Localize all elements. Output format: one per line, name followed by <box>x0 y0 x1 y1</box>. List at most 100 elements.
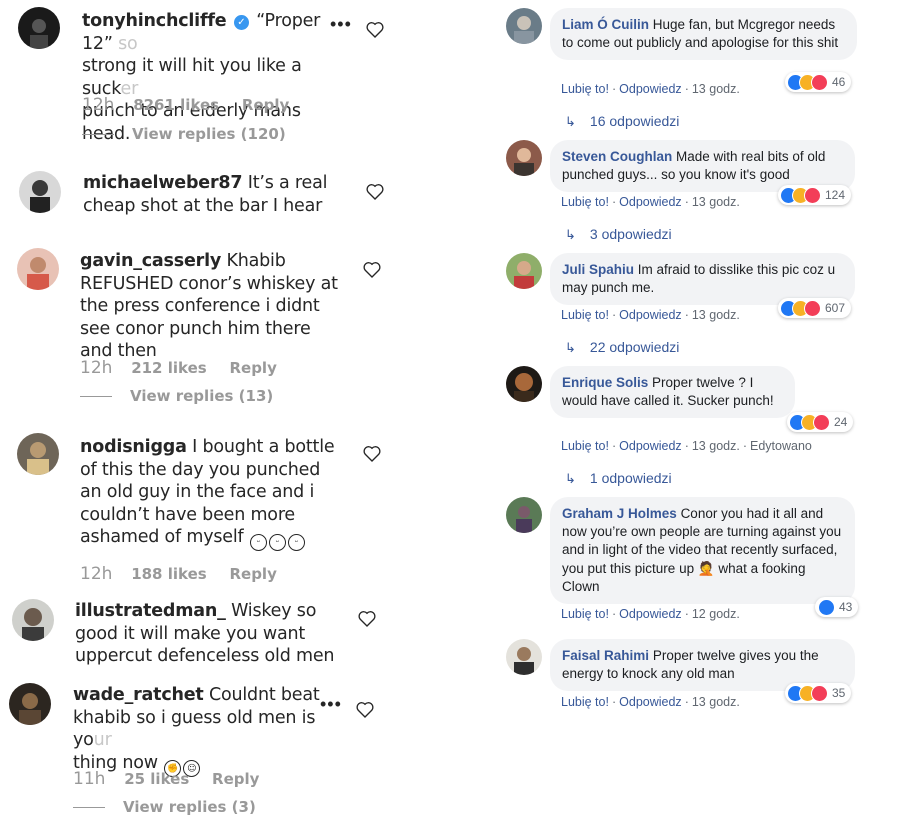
reaction-count: 35 <box>832 686 846 700</box>
timestamp[interactable]: 13 godz. <box>692 195 740 209</box>
avatar[interactable] <box>9 683 51 725</box>
username[interactable]: michaelweber87 <box>83 173 243 193</box>
divider-line <box>82 134 114 135</box>
reply-link[interactable]: Odpowiedz <box>619 195 682 209</box>
heart-icon[interactable] <box>363 261 381 278</box>
view-replies-button[interactable]: View replies (120) <box>82 125 286 143</box>
reply-link[interactable]: Odpowiedz <box>619 607 682 621</box>
like-link[interactable]: Lubię to! <box>561 695 609 709</box>
likes-count[interactable]: 212 likes <box>131 359 207 377</box>
instagram-comments-panel: tonyhinchcliffe ✓ “Proper 12” so strong … <box>0 0 440 834</box>
timestamp[interactable]: 13 godz. <box>692 82 740 96</box>
reaction-count: 24 <box>834 415 848 429</box>
reply-button[interactable]: Reply <box>212 770 259 788</box>
username[interactable]: wade_ratchet <box>73 685 204 705</box>
heart-icon[interactable] <box>366 183 384 200</box>
verified-badge-icon: ✓ <box>233 15 249 30</box>
view-replies-link[interactable]: ↳ 1 odpowiedzi <box>565 470 672 487</box>
reply-button[interactable]: Reply <box>242 96 289 114</box>
timestamp[interactable]: 13 godz. <box>692 308 740 322</box>
avatar[interactable] <box>506 253 542 289</box>
view-replies-link[interactable]: ↳ 22 odpowiedzi <box>565 339 679 356</box>
commenter-name[interactable]: Faisal Rahimi <box>562 648 649 663</box>
more-options-icon[interactable]: ••• <box>320 694 342 715</box>
reply-link[interactable]: Odpowiedz <box>619 695 682 709</box>
commenter-name[interactable]: Enrique Solis <box>562 375 648 390</box>
avatar[interactable] <box>506 366 542 402</box>
view-replies-link[interactable]: ↳ 3 odpowiedzi <box>565 226 672 243</box>
view-replies-button[interactable]: View replies (13) <box>80 387 273 405</box>
view-replies-button[interactable]: View replies (3) <box>73 798 256 816</box>
pensive-face-icon: ᵕ <box>287 534 305 551</box>
heart-icon[interactable] <box>356 701 374 718</box>
comment-text: nodisnigga I bought a bottle of this the… <box>80 436 340 551</box>
avatar[interactable] <box>506 639 542 675</box>
username[interactable]: illustratedman_ <box>75 601 226 621</box>
commenter-name[interactable]: Liam Ó Cuilin <box>562 17 649 32</box>
comment-bubble: Enrique Solis Proper twelve ? I would ha… <box>550 366 795 419</box>
commenter-name[interactable]: Steven Coughlan <box>562 149 672 164</box>
edited-label[interactable]: Edytowano <box>750 439 812 453</box>
reply-link[interactable]: Odpowiedz <box>619 82 682 96</box>
timestamp[interactable]: 12 godz. <box>692 607 740 621</box>
like-link[interactable]: Lubię to! <box>561 195 609 209</box>
username[interactable]: nodisnigga <box>80 437 187 457</box>
commenter-name[interactable]: Juli Spahiu <box>562 262 634 277</box>
avatar[interactable] <box>17 433 59 475</box>
username[interactable]: tonyhinchcliffe <box>82 11 227 31</box>
like-link[interactable]: Lubię to! <box>561 82 609 96</box>
comment-actions: Lubię to! · Odpowiedz · 13 godz. · Edytowano <box>561 439 812 453</box>
comment-actions: Lubię to! · Odpowiedz · 13 godz. <box>561 195 740 209</box>
avatar[interactable] <box>12 599 54 641</box>
love-reaction-icon <box>811 684 828 702</box>
reactions-summary[interactable]: 24 <box>787 412 854 432</box>
commenter-name[interactable]: Graham J Holmes <box>562 506 677 521</box>
avatar[interactable] <box>506 497 542 533</box>
avatar[interactable] <box>506 8 542 44</box>
heart-icon[interactable] <box>366 21 384 38</box>
more-options-icon[interactable]: ••• <box>330 14 352 35</box>
reactions-summary[interactable]: 35 <box>785 683 852 703</box>
reaction-count: 607 <box>825 301 846 315</box>
like-link[interactable]: Lubię to! <box>561 607 609 621</box>
likes-count[interactable]: 8261 likes <box>133 96 219 114</box>
avatar[interactable] <box>17 248 59 290</box>
reply-button[interactable]: Reply <box>229 359 276 377</box>
heart-icon[interactable] <box>358 610 376 627</box>
love-reaction-icon <box>813 413 830 431</box>
reply-link[interactable]: Odpowiedz <box>619 308 682 322</box>
timestamp: 12h <box>80 564 113 584</box>
comment-text: illustratedman_ Wiskey so good it will m… <box>75 601 335 666</box>
avatar[interactable] <box>506 140 542 176</box>
reply-link[interactable]: Odpowiedz <box>619 439 682 453</box>
reactions-summary[interactable]: 46 <box>785 72 852 92</box>
pensive-face-icon: ᵕ <box>268 534 286 551</box>
reply-button[interactable]: Reply <box>229 565 276 583</box>
timestamp: 11h <box>73 769 106 789</box>
avatar[interactable] <box>19 171 61 213</box>
avatar[interactable] <box>18 7 60 49</box>
reactions-summary[interactable]: 124 <box>778 185 852 205</box>
reactions-summary[interactable]: 607 <box>778 298 852 318</box>
like-link[interactable]: Lubię to! <box>561 439 609 453</box>
comment-actions: Lubię to! · Odpowiedz · 13 godz. <box>561 308 740 322</box>
heart-icon[interactable] <box>363 445 381 462</box>
likes-count[interactable]: 188 likes <box>131 565 207 583</box>
reply-arrow-icon: ↳ <box>565 114 576 129</box>
reactions-summary[interactable]: 43 <box>815 597 859 617</box>
view-replies-link[interactable]: ↳ 16 odpowiedzi <box>565 113 679 130</box>
love-reaction-icon <box>811 73 828 91</box>
likes-count[interactable]: 25 likes <box>124 770 189 788</box>
reply-arrow-icon: ↳ <box>565 471 576 486</box>
comment-text: wade_ratchet Couldnt beat khabib so i gu… <box>73 684 335 777</box>
reaction-count: 46 <box>832 75 846 89</box>
username[interactable]: gavin_casserly <box>80 251 221 271</box>
like-link[interactable]: Lubię to! <box>561 308 609 322</box>
comment-meta: 12h 212 likes Reply <box>80 358 277 378</box>
timestamp: 12h <box>80 358 113 378</box>
timestamp[interactable]: 13 godz. <box>692 439 740 453</box>
reply-arrow-icon: ↳ <box>565 340 576 355</box>
comment-text: michaelweber87 It’s a real cheap shot at… <box>83 173 328 216</box>
timestamp[interactable]: 13 godz. <box>692 695 740 709</box>
love-reaction-icon <box>804 299 821 317</box>
